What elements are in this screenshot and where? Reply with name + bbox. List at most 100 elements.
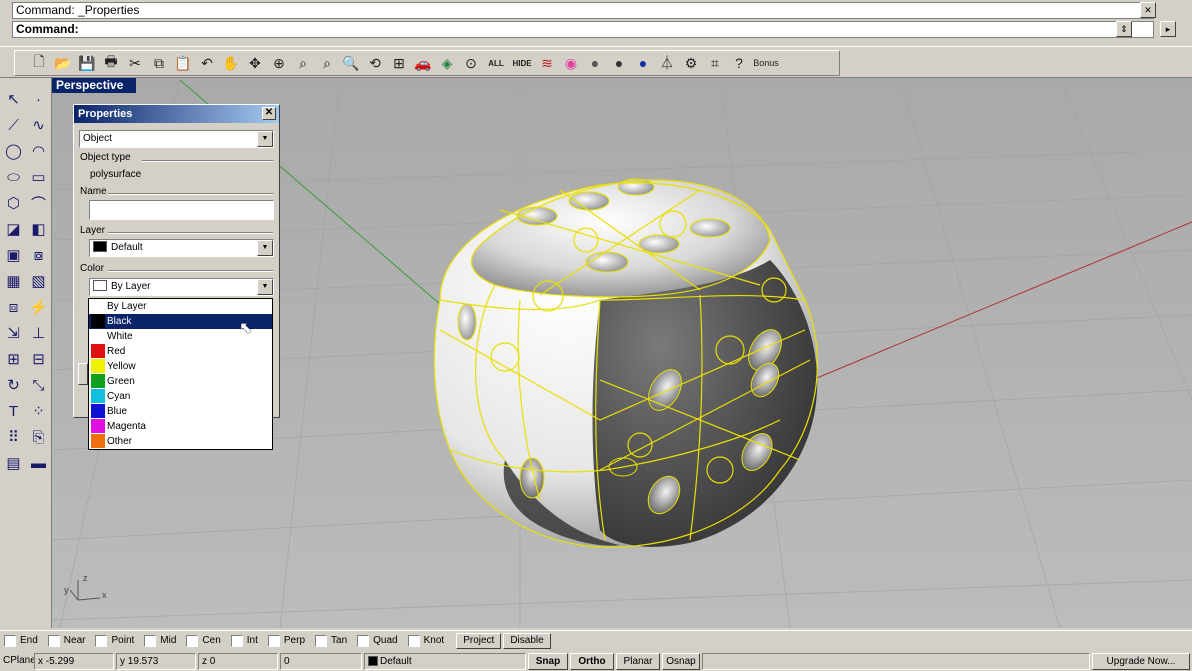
color-wheel-icon[interactable]: ◉ <box>559 51 583 75</box>
chevron-down-icon[interactable]: ▼ <box>257 240 273 256</box>
viewport-title-tab[interactable]: Perspective <box>52 78 136 93</box>
osnap-quad[interactable]: Quad <box>357 634 398 647</box>
edit-points-icon[interactable]: ⧈ <box>1 294 26 320</box>
checkbox[interactable] <box>47 634 60 647</box>
current-layer-panel[interactable]: Default <box>364 653 526 670</box>
osnap-point[interactable]: Point <box>95 634 134 647</box>
layer-icon[interactable]: ◈ <box>435 51 459 75</box>
select-all-button[interactable]: ALL <box>483 51 509 75</box>
arc-icon[interactable]: ◠ <box>26 138 51 164</box>
zoom-window-icon[interactable]: ⌕ <box>291 51 315 75</box>
close-icon[interactable]: ✕ <box>1140 2 1156 18</box>
array-icon[interactable]: ⊞ <box>1 346 26 372</box>
render-sphere-icon[interactable]: ● <box>607 51 631 75</box>
shaded-sphere-icon[interactable]: ● <box>583 51 607 75</box>
new-icon[interactable]: 🗋 <box>27 51 51 75</box>
print-icon[interactable]: 🖶 <box>99 51 123 75</box>
light-icon[interactable]: ⏃ <box>655 51 679 75</box>
select-arrow-icon[interactable]: ↖ <box>1 86 26 112</box>
checkbox[interactable] <box>267 634 280 647</box>
help-icon[interactable]: ? <box>727 51 751 75</box>
planar-toggle[interactable]: Planar <box>616 653 660 670</box>
zoom-selected-icon[interactable]: ⌕ <box>315 51 339 75</box>
checkbox[interactable] <box>230 634 243 647</box>
ortho-toggle[interactable]: Ortho <box>570 653 614 670</box>
scroll-updown-icon[interactable]: ⇕ <box>1116 21 1132 37</box>
open-icon[interactable]: 📂 <box>51 51 75 75</box>
cut-icon[interactable]: ✂ <box>123 51 147 75</box>
properties-title-bar[interactable]: Properties ✕ <box>74 105 279 123</box>
checkbox[interactable] <box>315 634 328 647</box>
color-option-cyan[interactable]: Cyan <box>89 389 272 404</box>
color-option-green[interactable]: Green <box>89 374 272 389</box>
color-option-blue[interactable]: Blue <box>89 404 272 419</box>
dots-icon[interactable]: ⁘ <box>26 398 51 424</box>
car-icon[interactable]: 🚗 <box>411 51 435 75</box>
boolean-icon[interactable]: ⧇ <box>26 242 51 268</box>
rotate-view-icon[interactable]: ✥ <box>243 51 267 75</box>
color-dropdown-list[interactable]: By Layer Black White Red Yellow Green Cyan Blue… <box>88 298 273 450</box>
polyline-icon[interactable]: ⟋ <box>1 112 26 138</box>
undo-icon[interactable]: ↶ <box>195 51 219 75</box>
color-option-other[interactable]: Other <box>89 434 272 449</box>
map-icon[interactable]: ▧ <box>26 268 51 294</box>
command-prompt-input[interactable]: Command: <box>12 21 1154 38</box>
surface-icon[interactable]: ◪ <box>1 216 26 242</box>
osnap-knot[interactable]: Knot <box>407 634 444 647</box>
settings-gear-icon[interactable]: ⚙ <box>679 51 703 75</box>
transform-icon[interactable]: ⇲ <box>1 320 26 346</box>
snap-toggle[interactable]: Snap <box>528 653 568 670</box>
save-icon[interactable]: 💾 <box>75 51 99 75</box>
rectangle-icon[interactable]: ▭ <box>26 164 51 190</box>
polygon-icon[interactable]: ⬡ <box>1 190 26 216</box>
osnap-tan[interactable]: Tan <box>315 634 347 647</box>
ruler-icon[interactable]: ▬ <box>26 450 51 476</box>
mesh-icon[interactable]: ▦ <box>1 268 26 294</box>
rotate-icon[interactable]: ↻ <box>1 372 26 398</box>
box-icon[interactable]: ▣ <box>1 242 26 268</box>
osnap-near[interactable]: Near <box>47 634 85 647</box>
curve-icon[interactable]: ∿ <box>26 112 51 138</box>
bonus-button[interactable]: Bonus <box>751 51 781 75</box>
paste-icon[interactable]: 📋 <box>171 51 195 75</box>
layout-icon[interactable]: ⎘ <box>26 424 51 450</box>
chevron-down-icon[interactable]: ▼ <box>257 279 273 295</box>
color-select[interactable]: By Layer ▼ <box>89 278 274 296</box>
zoom-extents-icon[interactable]: 🔍 <box>339 51 363 75</box>
analyze-icon[interactable]: ⚡ <box>26 294 51 320</box>
osnap-mid[interactable]: Mid <box>144 634 176 647</box>
point-icon[interactable]: ⊙ <box>459 51 483 75</box>
close-icon[interactable]: ✕ <box>262 107 276 120</box>
checkbox[interactable] <box>186 634 199 647</box>
hidden-button[interactable] <box>78 363 88 385</box>
arrow-right-icon[interactable]: ▸ <box>1160 21 1176 37</box>
color-option-magenta[interactable]: Magenta <box>89 419 272 434</box>
point-tool-icon[interactable]: · <box>26 86 51 112</box>
color-option-by-layer[interactable]: By Layer <box>89 299 272 314</box>
four-viewports-icon[interactable]: ⊞ <box>387 51 411 75</box>
project-button[interactable]: Project <box>456 632 502 649</box>
pan-icon[interactable]: ✋ <box>219 51 243 75</box>
osnap-end[interactable]: End <box>4 634 38 647</box>
upgrade-now-button[interactable]: Upgrade Now... <box>1092 653 1190 670</box>
layers-stack-icon[interactable]: ≋ <box>535 51 559 75</box>
group-icon[interactable]: ⠿ <box>1 424 26 450</box>
ellipse-icon[interactable]: ⬭ <box>1 164 26 190</box>
hide-button[interactable]: HIDE <box>509 51 535 75</box>
osnap-int[interactable]: Int <box>230 634 258 647</box>
osnap-cen[interactable]: Cen <box>186 634 221 647</box>
checkbox[interactable] <box>144 634 157 647</box>
dimension-icon[interactable]: ⊟ <box>26 346 51 372</box>
chevron-down-icon[interactable]: ▼ <box>257 131 273 147</box>
circle-icon[interactable]: ◯ <box>1 138 26 164</box>
checkbox[interactable] <box>4 634 16 647</box>
display-icon[interactable]: ▤ <box>1 450 26 476</box>
checkbox[interactable] <box>95 634 108 647</box>
scale-icon[interactable]: ⤡ <box>26 372 51 398</box>
zoom-all-icon[interactable]: ⟲ <box>363 51 387 75</box>
blue-sphere-icon[interactable]: ● <box>631 51 655 75</box>
zoom-dynamic-icon[interactable]: ⊕ <box>267 51 291 75</box>
copy-icon[interactable]: ⧉ <box>147 51 171 75</box>
disable-button[interactable]: Disable <box>503 632 551 649</box>
text-icon[interactable]: T <box>1 398 26 424</box>
